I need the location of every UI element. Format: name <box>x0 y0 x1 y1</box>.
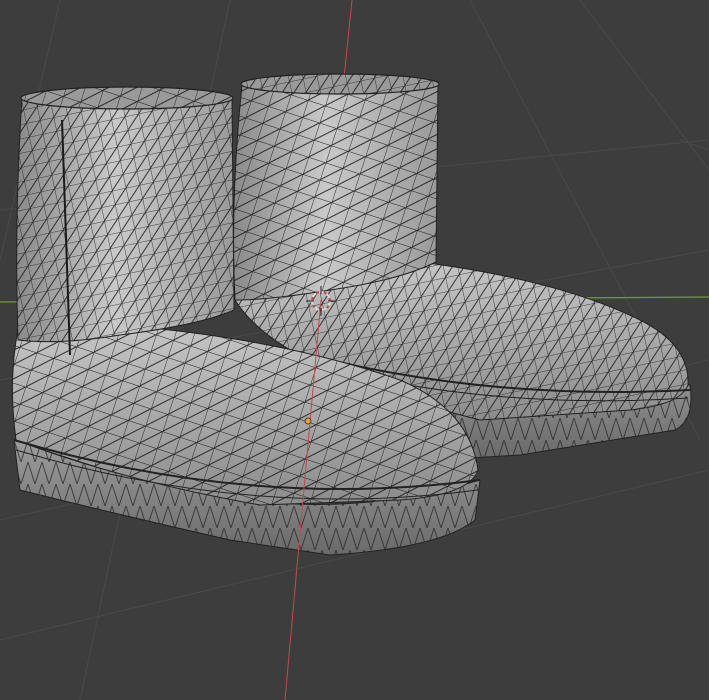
3d-viewport[interactable] <box>0 0 709 700</box>
object-origin-dot-icon[interactable] <box>304 417 312 425</box>
